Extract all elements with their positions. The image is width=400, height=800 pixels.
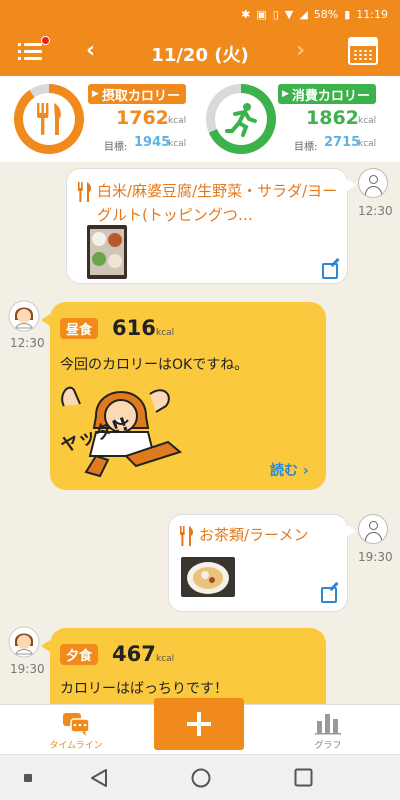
nav-graph-label: グラフ <box>314 741 342 751</box>
fork-knife-icon <box>180 526 194 546</box>
intake-progress-ring[interactable] <box>14 84 84 154</box>
signal-icon: ◢ <box>299 7 308 21</box>
burn-label-text: 消費カロリー <box>291 88 370 104</box>
meal-card-dinner[interactable]: お茶類/ラーメン <box>168 514 356 612</box>
fork-knife-icon <box>78 182 92 202</box>
nav-graph[interactable]: グラフ <box>278 705 378 755</box>
prev-day-button[interactable]: ‹ <box>86 38 95 63</box>
meal-kcal: 467 <box>112 642 156 666</box>
next-day-button[interactable]: › <box>296 38 305 63</box>
menu-line <box>24 50 42 53</box>
meal-items-text: 白米/麻婆豆腐/生野菜・サラダ/ヨーグルト(トッピングつ… <box>97 182 338 224</box>
coach-avatar <box>8 626 40 658</box>
time-label: 19:30 <box>10 662 45 676</box>
intake-ring-center <box>23 93 75 145</box>
read-more-link[interactable]: 読む › <box>270 460 309 480</box>
user-avatar <box>358 168 388 198</box>
avatar-body <box>365 532 382 543</box>
coach-message: カロリーはばっちりです！ <box>60 681 228 697</box>
user-avatar <box>358 514 388 544</box>
header-date: 11/20 (火) <box>151 45 249 66</box>
wifi-icon: ▼ <box>284 7 294 21</box>
time-label: 19:30 <box>358 550 393 564</box>
coach-card-dinner[interactable]: 夕食 467 kcal カロリーはばっちりです！ <box>41 628 326 704</box>
menu-button[interactable] <box>18 36 50 64</box>
meal-tag-dinner: 夕食 <box>60 644 99 665</box>
burn-unit: kcal <box>358 116 377 126</box>
menu-icon <box>18 43 21 46</box>
meal-kcal: 616 <box>112 316 156 340</box>
calendar-grid <box>353 49 373 61</box>
burn-ring-center <box>215 93 267 145</box>
recent-apps-dot-icon[interactable] <box>24 774 32 782</box>
menu-dot <box>18 50 21 53</box>
time-label: 12:30 <box>358 204 393 218</box>
intake-goal-value: 1945 <box>134 135 171 150</box>
burn-goal-unit: kcal <box>358 139 377 149</box>
calendar-icon <box>350 39 376 46</box>
overview-icon[interactable] <box>294 768 313 787</box>
burn-goal-value: 2715 <box>324 135 361 150</box>
cheering-girl-illustration: ヤッタ!! <box>58 386 183 478</box>
fork-knife-icon <box>37 103 61 135</box>
burn-progress-ring[interactable] <box>206 84 276 154</box>
ramen-photo <box>181 557 235 597</box>
clock: 11:19 <box>356 7 388 21</box>
burn-value: 1862 <box>306 107 359 129</box>
label-tag-icon: ▶ <box>282 89 289 99</box>
intake-label: ▶ 摂取カロリー <box>88 84 186 104</box>
meal-card-lunch[interactable]: 白米/麻婆豆腐/生野菜・サラダ/ヨーグルト(トッピングつ… <box>66 168 356 284</box>
system-nav-bar <box>0 754 400 800</box>
label-tag-icon: ▶ <box>92 89 99 99</box>
battery-icon: ▮ <box>344 7 351 21</box>
notification-badge <box>41 36 50 45</box>
burn-goal-label: 目標: <box>294 142 318 153</box>
meal-tag-lunch: 昼食 <box>60 318 99 339</box>
vibrate-icon: ▯ <box>272 7 279 21</box>
meal-items-text: お茶類/ラーメン <box>199 526 309 544</box>
calendar-button[interactable] <box>348 37 378 65</box>
calorie-summary: ▶ 摂取カロリー 1762 kcal 目標: 1945 kcal ▶ 消費カロリー … <box>0 76 400 162</box>
menu-line <box>24 57 42 60</box>
time-label: 12:30 <box>10 336 45 350</box>
back-icon[interactable] <box>90 768 108 788</box>
intake-unit: kcal <box>168 116 187 126</box>
burn-label: ▶ 消費カロリー <box>278 84 376 104</box>
intake-value: 1762 <box>116 107 169 129</box>
edit-icon[interactable] <box>322 263 338 279</box>
plus-icon-vertical <box>197 712 201 736</box>
bluetooth-icon: ✱ <box>241 7 251 21</box>
meal-kcal-unit: kcal <box>156 654 175 664</box>
status-bar: ✱ ▣ ▯ ▼ ◢ 58% ▮ 11:19 <box>0 0 400 28</box>
home-icon[interactable] <box>191 768 211 788</box>
intake-goal-label: 目標: <box>104 142 128 153</box>
coach-avatar <box>8 300 40 332</box>
status-icons: ✱ ▣ ▯ ▼ ◢ 58% ▮ 11:19 <box>241 8 388 21</box>
bar-graph-icon <box>315 714 341 735</box>
intake-goal-unit: kcal <box>168 139 187 149</box>
avatar-body <box>365 186 382 197</box>
lunch-tray-photo <box>87 225 127 279</box>
running-person-icon <box>225 103 257 137</box>
intake-label-text: 摂取カロリー <box>101 88 180 104</box>
app-header: ‹ 11/20 (火) › <box>0 28 400 76</box>
nav-timeline-label: タイムライン <box>49 741 103 751</box>
coach-message: 今回のカロリーはOKですね。 <box>60 357 249 373</box>
avatar-head <box>369 521 378 530</box>
menu-dot <box>18 57 21 60</box>
meal-kcal-unit: kcal <box>156 328 175 338</box>
edit-icon[interactable] <box>321 587 337 603</box>
nfc-icon: ▣ <box>256 7 267 21</box>
chat-bubbles-icon <box>63 713 90 736</box>
avatar-head <box>369 175 378 184</box>
battery-percent: 58% <box>313 7 339 21</box>
add-record-button[interactable] <box>154 698 244 750</box>
menu-line <box>24 43 42 46</box>
coach-card-lunch[interactable]: 昼食 616 kcal 今回のカロリーはOKですね。 ヤッタ!! 読む › <box>41 302 326 490</box>
nav-timeline[interactable]: タイムライン <box>26 705 126 755</box>
timeline[interactable]: 白米/麻婆豆腐/生野菜・サラダ/ヨーグルト(トッピングつ… 12:30 12:3… <box>0 162 400 704</box>
